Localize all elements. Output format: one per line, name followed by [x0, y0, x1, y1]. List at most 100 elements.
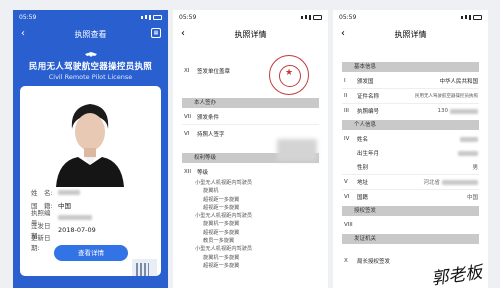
row-value: 130 — [437, 108, 449, 114]
wings-emblem-icon — [85, 52, 97, 57]
nationality-row: VI 国籍 中国 — [333, 190, 488, 204]
signal-bar — [465, 15, 467, 19]
rating-item: 超视距一多旋翼 — [203, 196, 240, 203]
license-detail-screen-1: 05:59 ‹ 执照详情 XI 签发单位盖章 ★ 本人签办 VII 颁发条件 V… — [173, 10, 328, 288]
rating-item: 小型无人机视距内驾驶员 — [195, 213, 253, 220]
row-label: 持照人签字 — [197, 132, 225, 138]
row-label: 等级 — [197, 170, 209, 176]
section-header: 授权签发 — [342, 206, 479, 216]
row-number: XI — [184, 68, 190, 74]
rating-item: 超视距一多旋翼 — [203, 229, 240, 236]
license-number-redacted — [450, 108, 478, 114]
row-value: 中国 — [466, 195, 478, 201]
row-label: 出生年月 — [357, 151, 380, 157]
signal-icon — [141, 15, 143, 19]
row-label: 国籍 — [357, 195, 369, 201]
row-number: VI — [184, 131, 190, 137]
issue-condition-row: VII 颁发条件 — [173, 110, 328, 124]
row-label: 局长授权签发 — [357, 259, 391, 265]
signature-redacted — [277, 139, 317, 161]
name-redacted — [460, 136, 478, 142]
signal-bar — [309, 14, 311, 20]
signal-bar — [305, 15, 307, 19]
row-number: IV — [344, 136, 350, 142]
birth-date-redacted — [458, 150, 478, 156]
signal-icon — [461, 15, 463, 19]
row-number: III — [344, 108, 349, 114]
rating-item: 旋翼机一多旋翼 — [203, 254, 240, 261]
status-bar: 05:59 — [173, 10, 328, 24]
nav-bar: ‹ 执照查看 ▦ — [13, 24, 168, 44]
signal-bar — [469, 14, 471, 20]
row-label: 颁发条件 — [197, 115, 220, 121]
row-value: 中华人民共和国 — [439, 79, 478, 85]
status-time: 05:59 — [179, 13, 197, 21]
license-subtitle: Civil Remote Pilot License — [48, 73, 133, 81]
battery-icon — [153, 14, 162, 20]
rating-item: 超视距一多旋翼 — [203, 262, 240, 269]
row-number: VIII — [344, 222, 353, 228]
back-icon[interactable]: ‹ — [341, 27, 345, 41]
status-bar: 05:59 — [13, 10, 168, 24]
back-icon[interactable]: ‹ — [21, 27, 25, 41]
scan-icon[interactable]: ▦ — [151, 28, 161, 38]
detail-content: XI 签发单位盖章 ★ 本人签办 VII 颁发条件 VI 持照人签字 权利等级 … — [173, 44, 328, 288]
rating-item: 旋翼机一多旋翼 — [203, 221, 240, 228]
row-number: VII — [184, 114, 192, 120]
rating-item: 旋翼机 — [203, 188, 219, 195]
rating-item: 小型无人机视距内驾驶员 — [195, 246, 253, 253]
back-icon[interactable]: ‹ — [181, 27, 185, 41]
gender-row: 性别 男 — [333, 160, 488, 174]
rating-item: 小型无人机视距内驾驶员 — [195, 180, 253, 186]
section-header: 本人签办 — [182, 98, 319, 108]
authorization-row: VIII — [333, 218, 488, 232]
row-number: V — [344, 179, 348, 185]
nav-bar: ‹ 执照详情 — [173, 24, 328, 44]
row-label: 执照编号 — [357, 109, 380, 115]
nav-bar: ‹ 执照详情 — [333, 24, 488, 44]
row-number: XII — [184, 169, 192, 175]
rating-list: 小型无人机视距内驾驶员 旋翼机 超视距一多旋翼 超视距一多旋翼 小型无人机视距内… — [173, 179, 328, 270]
row-label: 性别 — [357, 165, 369, 171]
pilot-photo — [52, 91, 128, 187]
row-number: II — [344, 93, 348, 99]
battery-icon — [473, 14, 482, 20]
row-number: X — [344, 258, 348, 264]
status-time: 05:59 — [19, 13, 37, 21]
signal-icon — [301, 15, 303, 19]
row-label: 颁发国 — [357, 79, 374, 85]
license-number-row: III 执照编号 130 — [333, 104, 488, 118]
status-icons — [461, 14, 482, 20]
status-time: 05:59 — [339, 13, 357, 21]
row-number: I — [344, 78, 346, 84]
name-row: IV 姓名 — [333, 132, 488, 146]
license-card: 姓 名: 国 籍: 中国 执照编号: 签发日期: 2018-07-09 更新日期… — [20, 86, 161, 276]
license-info: 姓 名: 国 籍: 中国 执照编号: 签发日期: 2018-07-09 更新日期… — [31, 186, 96, 252]
view-details-button[interactable]: 查看详情 — [54, 245, 128, 261]
license-view-screen: 05:59 ‹ 执照查看 ▦ 民用无人驾驶航空器操控员执照 Civil Remo… — [13, 10, 168, 288]
status-bar: 05:59 — [333, 10, 488, 24]
name-redacted — [58, 189, 80, 195]
signal-bar — [149, 14, 151, 20]
row-number: VI — [344, 194, 350, 200]
qr-code-icon[interactable] — [132, 259, 157, 276]
address-redacted — [442, 179, 478, 185]
rating-item: 超视距一多旋翼 — [203, 204, 240, 211]
issue-date-value: 2018-07-09 — [58, 225, 96, 234]
battery-icon — [313, 14, 322, 20]
row-label: 证件名称 — [357, 94, 380, 100]
row-value: 男 — [472, 165, 478, 171]
issuing-country-row: I 颁发国 中华人民共和国 — [333, 74, 488, 88]
nationality-value: 中国 — [58, 201, 71, 210]
page-title: 执照查看 — [74, 29, 107, 39]
page-title: 执照详情 — [234, 29, 267, 39]
name-row: 姓 名: — [31, 186, 96, 199]
status-icons — [141, 14, 162, 20]
rating-item: 教员一多旋翼 — [203, 238, 235, 245]
row-value: 河北省 — [423, 180, 440, 186]
birth-date-row: 出生年月 — [333, 146, 488, 160]
section-header: 发证机关 — [342, 234, 479, 244]
address-row: V 地址 河北省 — [333, 175, 488, 189]
